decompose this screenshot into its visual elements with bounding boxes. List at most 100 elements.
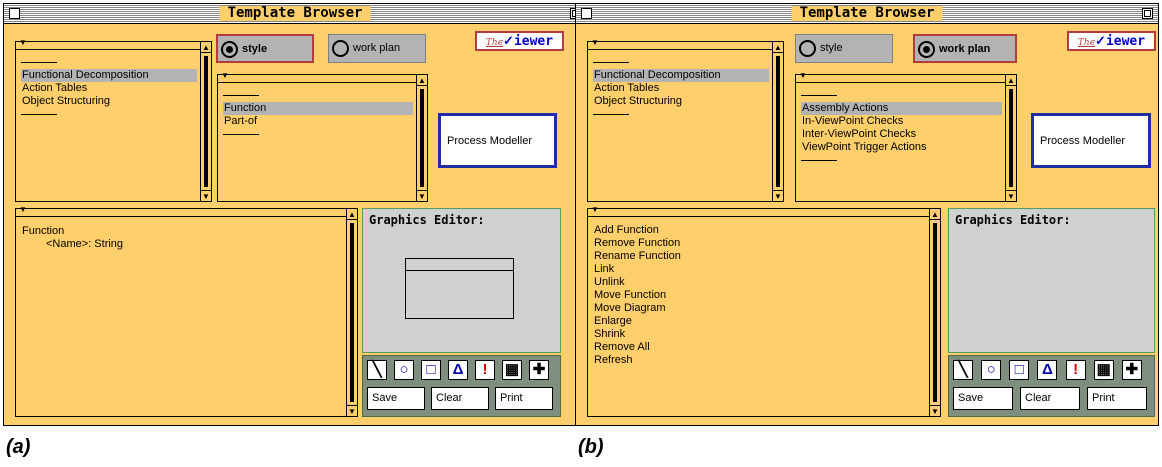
function-shape[interactable] (405, 258, 514, 319)
radio-circle-icon[interactable] (332, 40, 349, 57)
close-box-icon[interactable] (9, 8, 20, 19)
method-list-scrollbar[interactable]: ▲ ▼ (772, 42, 783, 201)
template-list[interactable]: ▼ Function Part-of ▲ ▼ (217, 71, 428, 202)
triangle-tool-icon[interactable]: Δ (448, 360, 468, 380)
list-item[interactable]: Refresh (593, 353, 926, 366)
graphics-editor-canvas[interactable]: Graphics Editor: (362, 208, 561, 353)
grid-tool-icon[interactable]: ▦ (1093, 360, 1114, 380)
list-item[interactable]: <Name>: String (21, 236, 343, 250)
scroll-track[interactable] (204, 56, 208, 187)
chevron-down-icon[interactable]: ▼ (591, 38, 599, 47)
action-list[interactable]: ▼ Add Function Remove Function Rename Func… (587, 205, 941, 417)
action-list-scrollbar[interactable]: ▲ ▼ (929, 209, 940, 416)
save-button[interactable]: Save (367, 387, 425, 410)
list-item[interactable]: Add Function (593, 223, 926, 236)
process-modeller-button[interactable]: Process Modeller (438, 113, 557, 168)
circle-tool-icon[interactable]: ○ (981, 360, 1002, 380)
scroll-track[interactable] (350, 223, 354, 402)
style-radio[interactable]: style (216, 34, 314, 63)
scroll-up-icon[interactable]: ▲ (201, 42, 211, 53)
list-item[interactable]: Function (21, 223, 343, 237)
scroll-down-icon[interactable]: ▼ (930, 405, 940, 416)
print-button[interactable]: Print (495, 387, 553, 410)
list-item[interactable]: Action Tables (21, 82, 197, 95)
circle-tool-icon[interactable]: ○ (394, 360, 414, 380)
list-item[interactable]: Action Tables (593, 82, 769, 95)
chevron-down-icon[interactable]: ▼ (799, 71, 807, 80)
exclamation-tool-icon[interactable]: ! (1065, 360, 1086, 380)
triangle-tool-icon[interactable]: Δ (1037, 360, 1058, 380)
scroll-down-icon[interactable]: ▼ (1006, 190, 1016, 201)
print-button[interactable]: Print (1087, 387, 1147, 410)
list-item[interactable]: Functional Decomposition (21, 69, 197, 82)
list-item[interactable]: Object Structuring (21, 95, 197, 108)
detail-list[interactable]: ▼ Function <Name>: String ▲ ▼ (15, 205, 358, 417)
list-item[interactable]: Part-of (223, 115, 413, 128)
line-tool-icon[interactable]: ╲ (367, 360, 387, 380)
grid-tool-icon[interactable]: ▦ (502, 360, 522, 380)
zoom-box-icon[interactable] (1142, 8, 1153, 19)
radio-circle-icon[interactable] (918, 41, 935, 58)
template-list-scrollbar[interactable]: ▲ ▼ (1005, 75, 1016, 201)
detail-list-scrollbar[interactable]: ▲ ▼ (346, 209, 357, 416)
list-item[interactable]: Link (593, 262, 926, 275)
save-button[interactable]: Save (953, 387, 1013, 410)
list-item[interactable]: Assembly Actions (801, 102, 1002, 115)
radio-circle-icon[interactable] (799, 40, 816, 57)
the-viewer-logo: The✓iewer (475, 31, 564, 51)
list-item[interactable]: Rename Function (593, 249, 926, 262)
scroll-up-icon[interactable]: ▲ (773, 42, 783, 53)
list-item[interactable]: Enlarge (593, 314, 926, 327)
chevron-down-icon[interactable]: ▼ (19, 38, 27, 47)
list-item[interactable]: ViewPoint Trigger Actions (801, 141, 1002, 154)
graphics-editor-canvas[interactable]: Graphics Editor: (948, 208, 1155, 353)
move-tool-icon[interactable]: ✚ (529, 360, 549, 380)
square-tool-icon[interactable]: □ (1009, 360, 1030, 380)
scroll-up-icon[interactable]: ▲ (930, 209, 940, 220)
scroll-up-icon[interactable]: ▲ (1006, 75, 1016, 86)
template-list[interactable]: ▼ Assembly Actions In-ViewPoint Checks Int… (795, 71, 1017, 202)
scroll-track[interactable] (1009, 89, 1013, 187)
list-item[interactable]: Move Function (593, 288, 926, 301)
scroll-down-icon[interactable]: ▼ (417, 190, 427, 201)
list-item[interactable]: Remove Function (593, 236, 926, 249)
list-item[interactable]: In-ViewPoint Checks (801, 115, 1002, 128)
title-bar[interactable]: Template Browser (576, 4, 1158, 24)
process-modeller-button[interactable]: Process Modeller (1031, 113, 1151, 168)
title-bar[interactable]: Template Browser (4, 4, 586, 24)
scroll-down-icon[interactable]: ▼ (773, 190, 783, 201)
scroll-track[interactable] (776, 56, 780, 187)
method-list-scrollbar[interactable]: ▲ ▼ (200, 42, 211, 201)
chevron-down-icon[interactable]: ▼ (221, 71, 229, 80)
list-item[interactable]: Inter-ViewPoint Checks (801, 128, 1002, 141)
clear-button[interactable]: Clear (431, 387, 489, 410)
list-item[interactable]: Object Structuring (593, 95, 769, 108)
scroll-up-icon[interactable]: ▲ (417, 75, 427, 86)
work-plan-radio[interactable]: work plan (913, 34, 1017, 63)
list-item[interactable]: Remove All (593, 340, 926, 353)
line-tool-icon[interactable]: ╲ (953, 360, 973, 380)
exclamation-tool-icon[interactable]: ! (475, 360, 495, 380)
list-item[interactable]: Shrink (593, 327, 926, 340)
scroll-track[interactable] (420, 89, 424, 187)
scroll-up-icon[interactable]: ▲ (347, 209, 357, 220)
template-list-scrollbar[interactable]: ▲ ▼ (416, 75, 427, 201)
scroll-down-icon[interactable]: ▼ (201, 190, 211, 201)
radio-circle-icon[interactable] (221, 41, 238, 58)
scroll-track[interactable] (933, 223, 937, 402)
square-tool-icon[interactable]: □ (421, 360, 441, 380)
method-list[interactable]: ▼ Functional Decomposition Action Tables O… (15, 38, 212, 202)
close-box-icon[interactable] (581, 8, 592, 19)
list-item[interactable]: Move Diagram (593, 301, 926, 314)
list-item[interactable]: Unlink (593, 275, 926, 288)
list-item[interactable]: Functional Decomposition (593, 69, 769, 82)
scroll-down-icon[interactable]: ▼ (347, 405, 357, 416)
list-item[interactable]: Function (223, 102, 413, 115)
move-tool-icon[interactable]: ✚ (1121, 360, 1142, 380)
work-plan-radio[interactable]: work plan (328, 34, 426, 63)
chevron-down-icon[interactable]: ▼ (19, 205, 27, 214)
method-list[interactable]: ▼ Functional Decomposition Action Tables O… (587, 38, 784, 202)
clear-button[interactable]: Clear (1020, 387, 1080, 410)
chevron-down-icon[interactable]: ▼ (591, 205, 599, 214)
style-radio[interactable]: style (795, 34, 893, 63)
